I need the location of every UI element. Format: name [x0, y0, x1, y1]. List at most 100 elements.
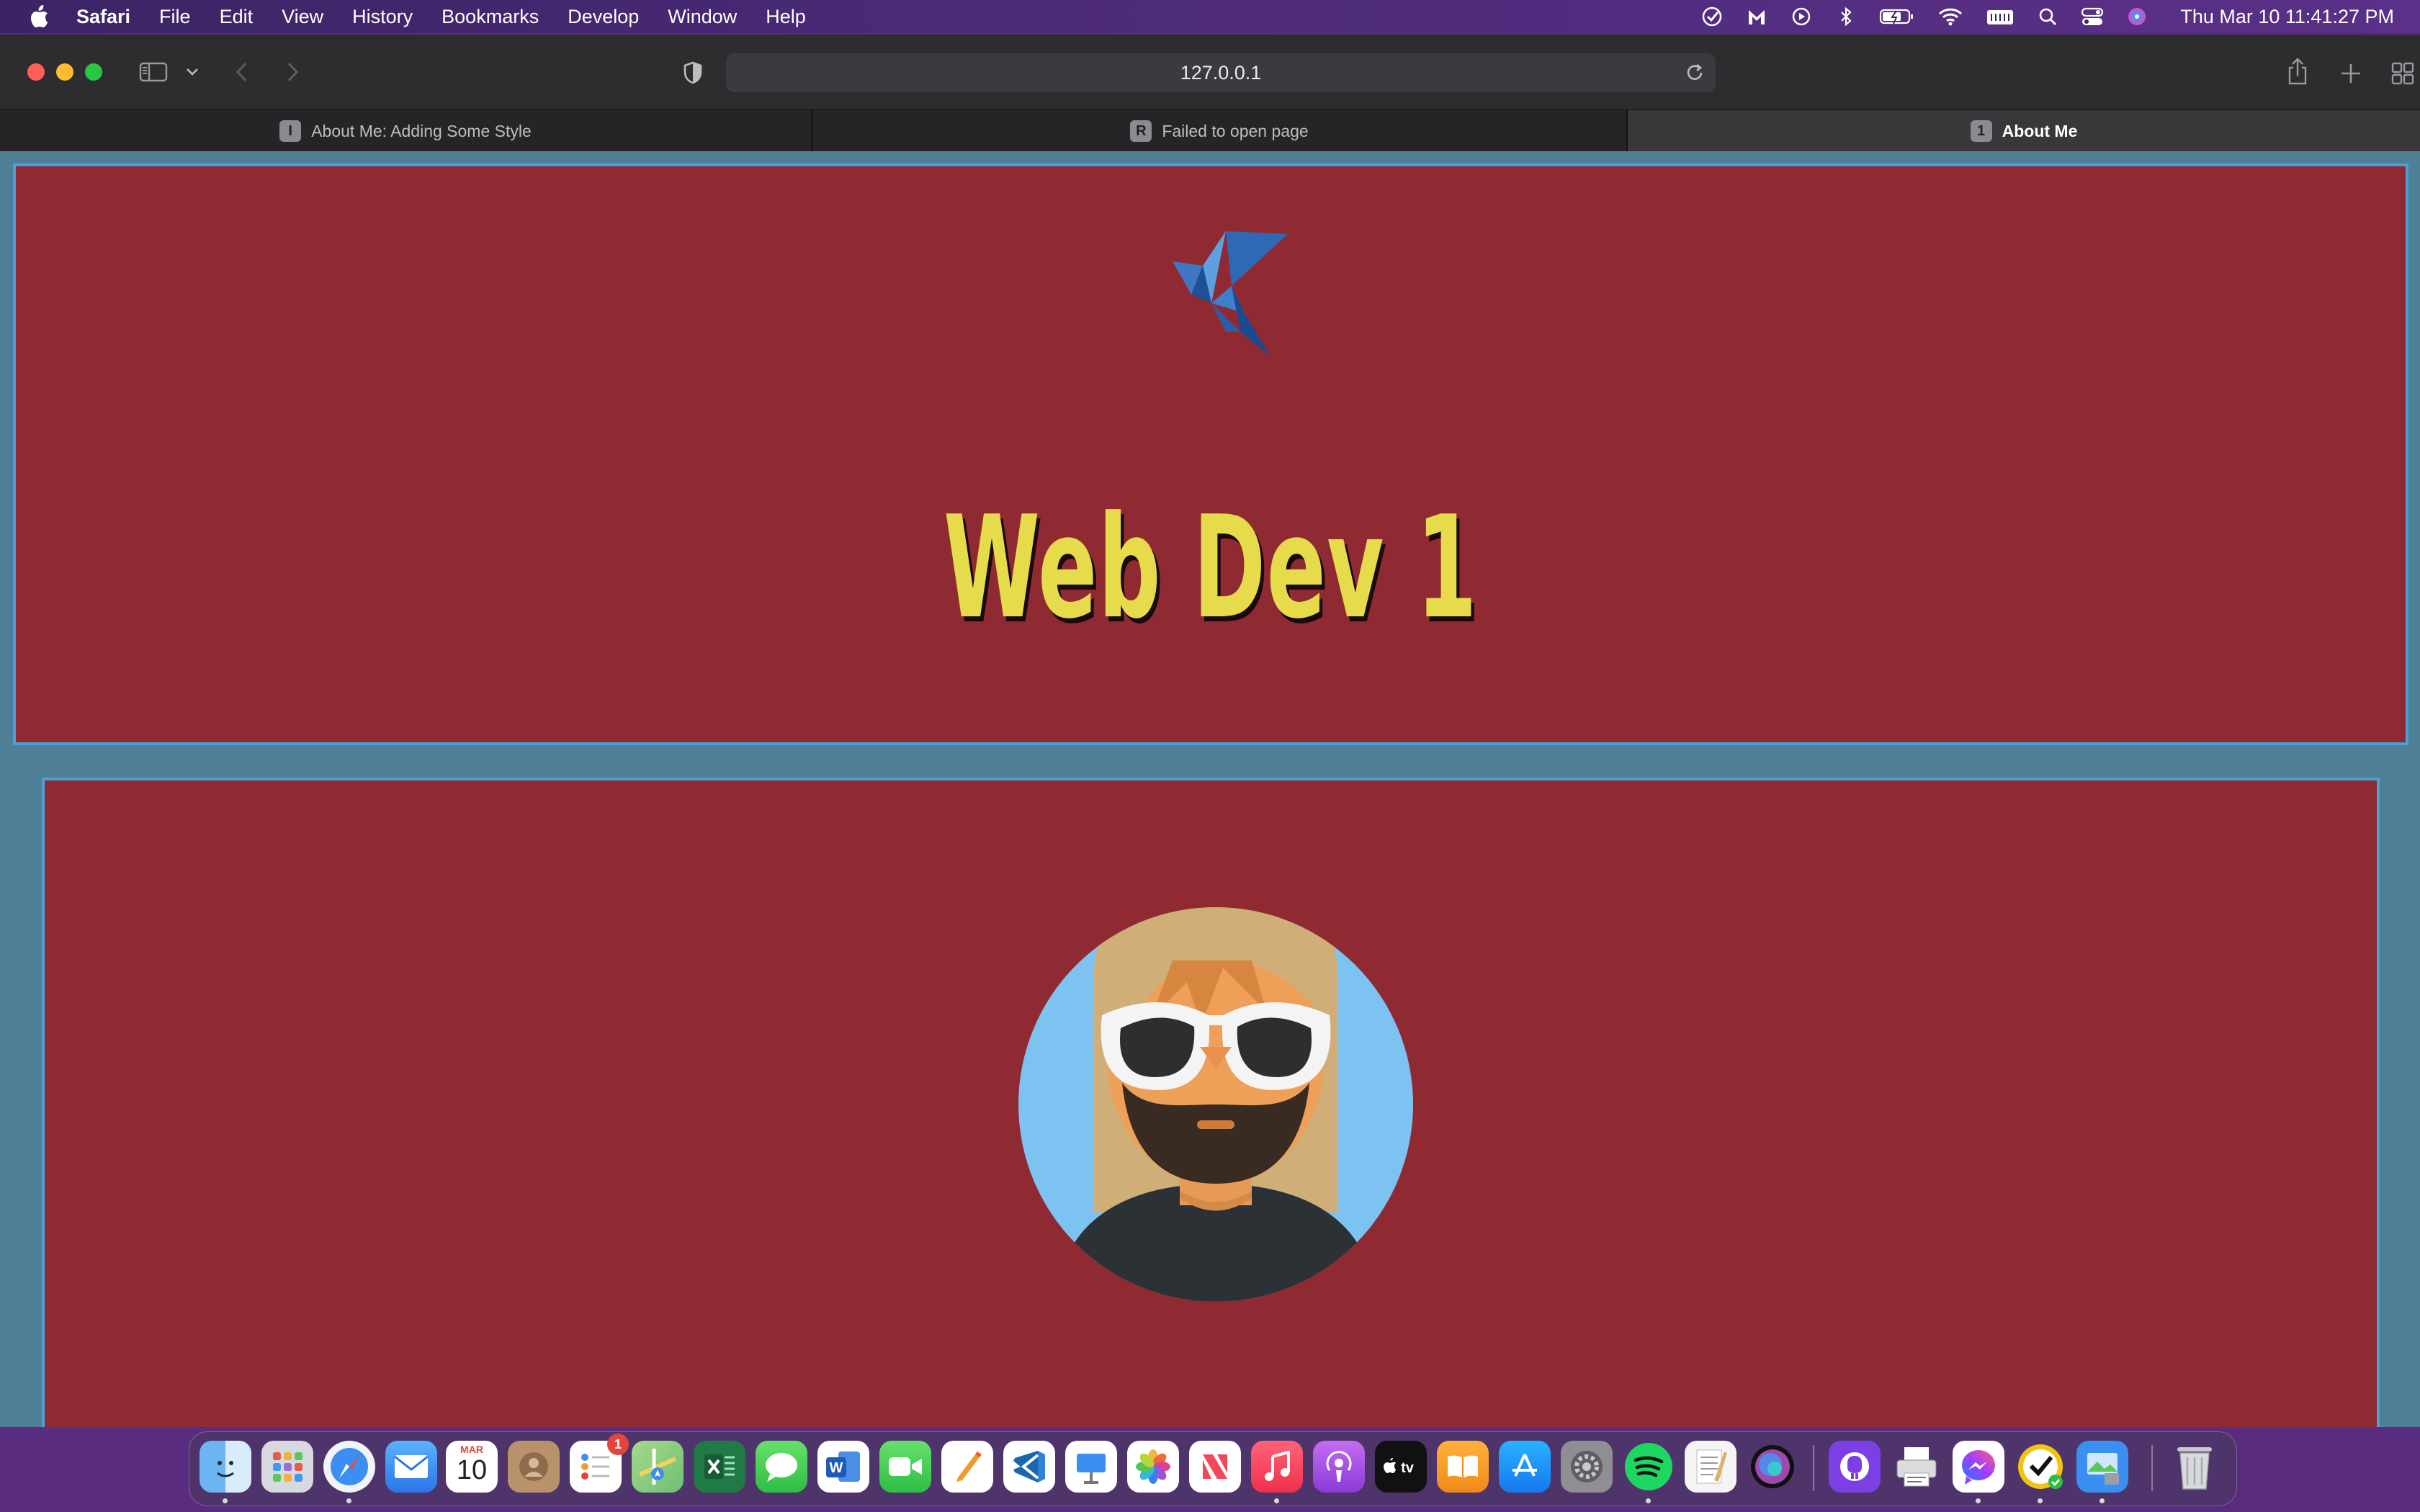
back-button-icon[interactable] [229, 59, 254, 85]
dock-separator [1813, 1445, 1814, 1491]
github-desktop-app-icon[interactable] [1829, 1441, 1881, 1493]
menu-bar-clock[interactable]: Thu Mar 10 11:41:27 PM [2180, 6, 2394, 28]
safari-app-icon[interactable] [323, 1441, 375, 1493]
running-indicator [1646, 1498, 1651, 1503]
reload-icon[interactable] [1684, 62, 1706, 84]
calendar-month: MAR [460, 1444, 483, 1455]
forward-button-icon[interactable] [281, 59, 305, 85]
tab-about-me[interactable]: 1 About Me [1628, 110, 2420, 152]
reminders-app-icon[interactable]: 1 [570, 1434, 629, 1493]
news-app-icon[interactable] [1189, 1441, 1241, 1493]
messages-app-icon[interactable] [756, 1441, 807, 1493]
tab-about-me-adding-style[interactable]: I About Me: Adding Some Style [0, 110, 812, 152]
bluetooth-icon[interactable] [1834, 5, 1857, 28]
about-section [42, 778, 2380, 1427]
word-app-icon[interactable]: W [817, 1441, 869, 1493]
menu-window[interactable]: Window [668, 6, 737, 28]
books-app-icon[interactable] [1437, 1441, 1489, 1493]
tab-failed-to-open-page[interactable]: R Failed to open page [812, 110, 1628, 152]
system-preferences-app-icon[interactable] [1561, 1441, 1613, 1493]
minimize-window-button[interactable] [56, 63, 73, 81]
task-check-icon[interactable] [1700, 5, 1724, 28]
dock: MAR 10 1 W tv [189, 1431, 2237, 1506]
running-indicator [2099, 1498, 2105, 1503]
menu-edit[interactable]: Edit [220, 6, 254, 28]
menu-bar: Safari File Edit View History Bookmarks … [0, 0, 2420, 33]
spotlight-search-icon[interactable] [2036, 5, 2059, 28]
photos-app-icon[interactable] [1127, 1441, 1179, 1493]
keynote-app-icon[interactable] [1065, 1441, 1117, 1493]
menu-bookmarks[interactable]: Bookmarks [442, 6, 539, 28]
calendar-app-icon[interactable]: MAR 10 [446, 1441, 498, 1493]
page-title: Web Dev 1 [944, 486, 1478, 650]
chevron-down-icon[interactable] [183, 63, 202, 81]
sidebar-toggle-icon[interactable] [138, 60, 169, 84]
tab-label: Failed to open page [1162, 121, 1309, 140]
tab-favicon: I [279, 120, 302, 142]
zoom-window-button[interactable] [85, 63, 102, 81]
keyboard-icon[interactable] [1986, 5, 2015, 28]
calendar-day: 10 [456, 1455, 488, 1485]
printer-app-icon[interactable] [1891, 1441, 1942, 1493]
siri-icon[interactable] [2125, 5, 2148, 28]
new-tab-icon[interactable] [2336, 59, 2365, 88]
trash-icon[interactable] [2169, 1441, 2220, 1493]
wifi-icon[interactable] [1937, 5, 1964, 28]
menu-develop[interactable]: Develop [568, 6, 639, 28]
finder-app-icon[interactable] [200, 1441, 251, 1493]
running-indicator [2038, 1498, 2043, 1503]
malwarebytes-icon[interactable] [1745, 5, 1768, 28]
tab-overview-icon[interactable] [2388, 59, 2417, 88]
app-store-app-icon[interactable] [1499, 1441, 1551, 1493]
norton-app-icon[interactable] [2015, 1441, 2066, 1493]
share-icon[interactable] [2283, 56, 2312, 88]
excel-app-icon[interactable] [694, 1441, 745, 1493]
facetime-app-icon[interactable] [879, 1441, 931, 1493]
tab-bar: I About Me: Adding Some Style R Failed t… [0, 109, 2420, 152]
menu-view[interactable]: View [282, 6, 323, 28]
messenger-app-icon[interactable] [1953, 1441, 2004, 1493]
apple-tv-app-icon[interactable]: tv [1375, 1441, 1427, 1493]
maps-app-icon[interactable] [632, 1441, 684, 1493]
status-menus: Thu Mar 10 11:41:27 PM [1700, 0, 2394, 33]
podcasts-app-icon[interactable] [1313, 1441, 1365, 1493]
apple-menu-icon[interactable] [27, 3, 50, 30]
contacts-app-icon[interactable] [508, 1441, 560, 1493]
tab-favicon: R [1130, 120, 1152, 142]
close-window-button[interactable] [27, 63, 45, 81]
menu-help[interactable]: Help [766, 6, 806, 28]
spotify-app-icon[interactable] [1623, 1441, 1675, 1493]
address-bar[interactable]: 127.0.0.1 [726, 53, 1716, 92]
svg-text:tv: tv [1401, 1460, 1415, 1476]
dock-separator [2151, 1445, 2153, 1491]
running-indicator [223, 1498, 228, 1503]
menu-history[interactable]: History [352, 6, 413, 28]
reminders-badge: 1 [607, 1434, 629, 1455]
pages-app-icon[interactable] [941, 1441, 993, 1493]
mail-app-icon[interactable] [385, 1441, 437, 1493]
vscode-app-icon[interactable] [1003, 1441, 1055, 1493]
web-page-content: Web Dev 1 [0, 151, 2420, 1427]
launchpad-app-icon[interactable] [261, 1441, 313, 1493]
control-center-icon[interactable] [2081, 5, 2104, 28]
page-header: Web Dev 1 [13, 163, 2408, 745]
avatar [1018, 907, 1413, 1302]
address-bar-url[interactable]: 127.0.0.1 [1180, 62, 1262, 84]
textedit-app-icon[interactable] [1685, 1441, 1736, 1493]
running-indicator [1274, 1498, 1279, 1503]
menu-app-name[interactable]: Safari [76, 6, 130, 28]
privacy-shield-icon[interactable] [680, 59, 706, 86]
browser-toolbar: 127.0.0.1 [0, 35, 2420, 109]
menu-file[interactable]: File [159, 6, 191, 28]
tab-label: About Me: Adding Some Style [311, 121, 532, 140]
origami-bird-logo-icon [1173, 231, 1288, 356]
tab-label: About Me [2002, 121, 2078, 140]
siri-app-icon[interactable] [1747, 1441, 1798, 1493]
play-circle-icon[interactable] [1790, 5, 1813, 28]
battery-icon[interactable] [1879, 5, 1915, 28]
svg-text:W: W [830, 1460, 843, 1476]
running-indicator [346, 1498, 351, 1503]
running-indicator [1976, 1498, 1981, 1503]
music-app-icon[interactable] [1251, 1441, 1303, 1493]
preview-app-icon[interactable] [2076, 1441, 2128, 1493]
